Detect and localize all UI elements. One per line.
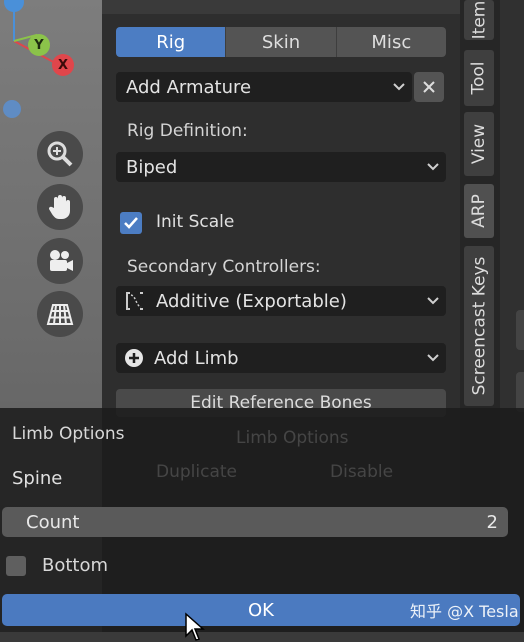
strip-button[interactable] [516,310,524,350]
hand-icon[interactable] [37,184,83,230]
add-limb-dropdown[interactable]: Add Limb [116,343,446,373]
zoom-icon[interactable] [37,131,83,177]
chevron-down-icon [393,83,405,91]
count-value: 2 [486,511,498,533]
tab-tool[interactable]: Tool [464,50,494,106]
panel-tabs: Rig Skin Misc [116,27,446,57]
tab-arp[interactable]: ARP [464,184,494,238]
bone-bracket-icon [126,292,143,310]
add-armature-label: Add Armature [126,76,252,98]
chevron-down-icon [427,354,439,362]
tab-screencast-keys[interactable]: Screencast Keys [464,246,494,406]
tab-misc[interactable]: Misc [336,27,446,57]
secondary-controllers-label: Secondary Controllers: [127,257,321,277]
plus-circle-icon [125,349,143,367]
bottom-label: Bottom [42,555,109,576]
tab-item-label: Item [469,0,490,40]
close-icon [423,81,435,93]
limb-options-ghost: Limb Options [236,428,349,448]
duplicate-ghost: Duplicate [156,462,237,482]
add-armature-dropdown[interactable]: Add Armature [116,72,412,102]
gizmo-y-ball[interactable]: Y [28,34,50,56]
chevron-down-icon [427,297,439,305]
tab-arp-label: ARP [469,194,490,228]
tab-screencast-keys-label: Screencast Keys [469,256,490,396]
gizmo-x-ball[interactable]: X [52,54,74,76]
watermark: 知乎 @X Tesla [410,602,519,621]
spine-section-label: Spine [12,468,63,489]
add-limb-label: Add Limb [154,347,239,369]
chevron-down-icon [427,163,439,171]
secondary-controllers-value: Additive (Exportable) [156,290,347,312]
tab-view[interactable]: View [464,112,494,176]
remove-armature-button[interactable] [414,72,444,102]
bottom-checkbox[interactable] [6,556,26,576]
tab-skin[interactable]: Skin [226,27,337,57]
count-label: Count [26,511,80,533]
ok-label: OK [248,599,274,621]
secondary-controllers-dropdown[interactable]: Additive (Exportable) [116,286,446,316]
tab-rig[interactable]: Rig [116,27,227,57]
strip-button[interactable] [516,372,524,412]
rig-definition-dropdown[interactable]: Biped [116,152,446,182]
init-scale-label: Init Scale [156,212,235,232]
tab-tool-label: Tool [469,61,489,95]
tab-view-label: View [469,123,489,165]
gizmo-z-ball[interactable] [4,0,24,12]
grid-icon[interactable] [37,291,83,337]
checkmark-icon [124,217,138,229]
count-field[interactable]: Count 2 [2,507,508,537]
popup-title: Limb Options [12,424,125,444]
rig-definition-label: Rig Definition: [127,121,248,141]
gizmo-neg-x-ball[interactable] [3,100,21,118]
init-scale-checkbox[interactable] [120,212,142,234]
panel-header[interactable] [102,0,460,14]
rig-definition-value: Biped [126,156,178,178]
disable-ghost: Disable [330,462,394,482]
camera-icon[interactable] [37,238,83,284]
mouse-cursor-icon [185,612,205,641]
tab-item[interactable]: Item [464,0,494,40]
